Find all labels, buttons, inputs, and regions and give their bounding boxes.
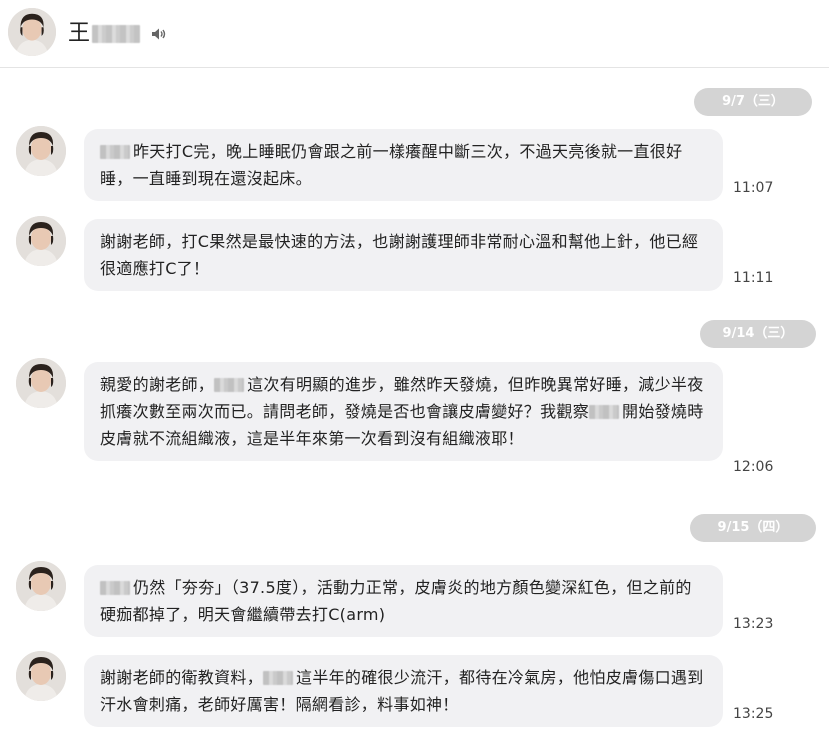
redacted-name	[100, 144, 130, 159]
chat-header: 王	[0, 0, 829, 68]
message-text: 謝謝老師的衛教資料，	[100, 668, 264, 687]
message-time: 12:06	[733, 459, 774, 475]
date-separator: 9/14（三）	[700, 320, 816, 348]
redacted-name	[589, 404, 620, 419]
message-bubble: 昨天打C完，晚上睡眠仍會跟之前一樣癢醒中斷三次，不過天亮後就一直很好睡，一直睡到…	[84, 129, 723, 201]
message-time: 11:07	[733, 180, 774, 196]
message-time: 13:25	[733, 706, 774, 722]
message-time: 11:11	[733, 270, 774, 286]
contact-avatar[interactable]	[8, 8, 56, 56]
date-separator: 9/15（四）	[690, 514, 816, 542]
message-time: 13:23	[733, 616, 774, 632]
contact-name: 王	[68, 20, 141, 48]
message-text: 昨天打C完，晚上睡眠仍會跟之前一樣癢醒中斷三次，不過天亮後就一直很好睡，一直睡到…	[100, 142, 683, 188]
message-bubble: 謝謝老師的衛教資料， 這半年的確很少流汗，都待在冷氣房，他怕皮膚傷口遇到汗水會刺痛…	[84, 655, 723, 727]
date-separator: 9/7（三）	[694, 88, 812, 116]
sender-avatar[interactable]	[16, 651, 66, 701]
message-bubble: 親愛的謝老師， 這次有明顯的進步，雖然昨天發燒，但昨晚異常好睡，減少半夜抓癢次數至…	[84, 362, 723, 461]
contact-name-prefix: 王	[68, 21, 91, 46]
sender-avatar[interactable]	[16, 216, 66, 266]
message-text: 親愛的謝老師，	[100, 375, 215, 394]
contact-name-redacted	[92, 25, 141, 43]
message-bubble: 謝謝老師，打C果然是最快速的方法，也謝謝護理師非常耐心溫和幫他上針，他已經很適應…	[84, 219, 723, 291]
speaker-icon[interactable]	[150, 25, 168, 43]
redacted-name	[214, 377, 245, 392]
redacted-name	[263, 670, 294, 685]
sender-avatar[interactable]	[16, 561, 66, 611]
sender-avatar[interactable]	[16, 358, 66, 408]
message-bubble: 仍然「夯夯」（37.5度），活動力正常，皮膚炎的地方顏色變深紅色，但之前的硬痂都…	[84, 565, 723, 637]
sender-avatar[interactable]	[16, 126, 66, 176]
message-text: 謝謝老師，打C果然是最快速的方法，也謝謝護理師非常耐心溫和幫他上針，他已經很適應…	[100, 232, 699, 278]
redacted-name	[100, 580, 130, 595]
message-text: 仍然「夯夯」（37.5度），活動力正常，皮膚炎的地方顏色變深紅色，但之前的硬痂都…	[100, 578, 692, 624]
